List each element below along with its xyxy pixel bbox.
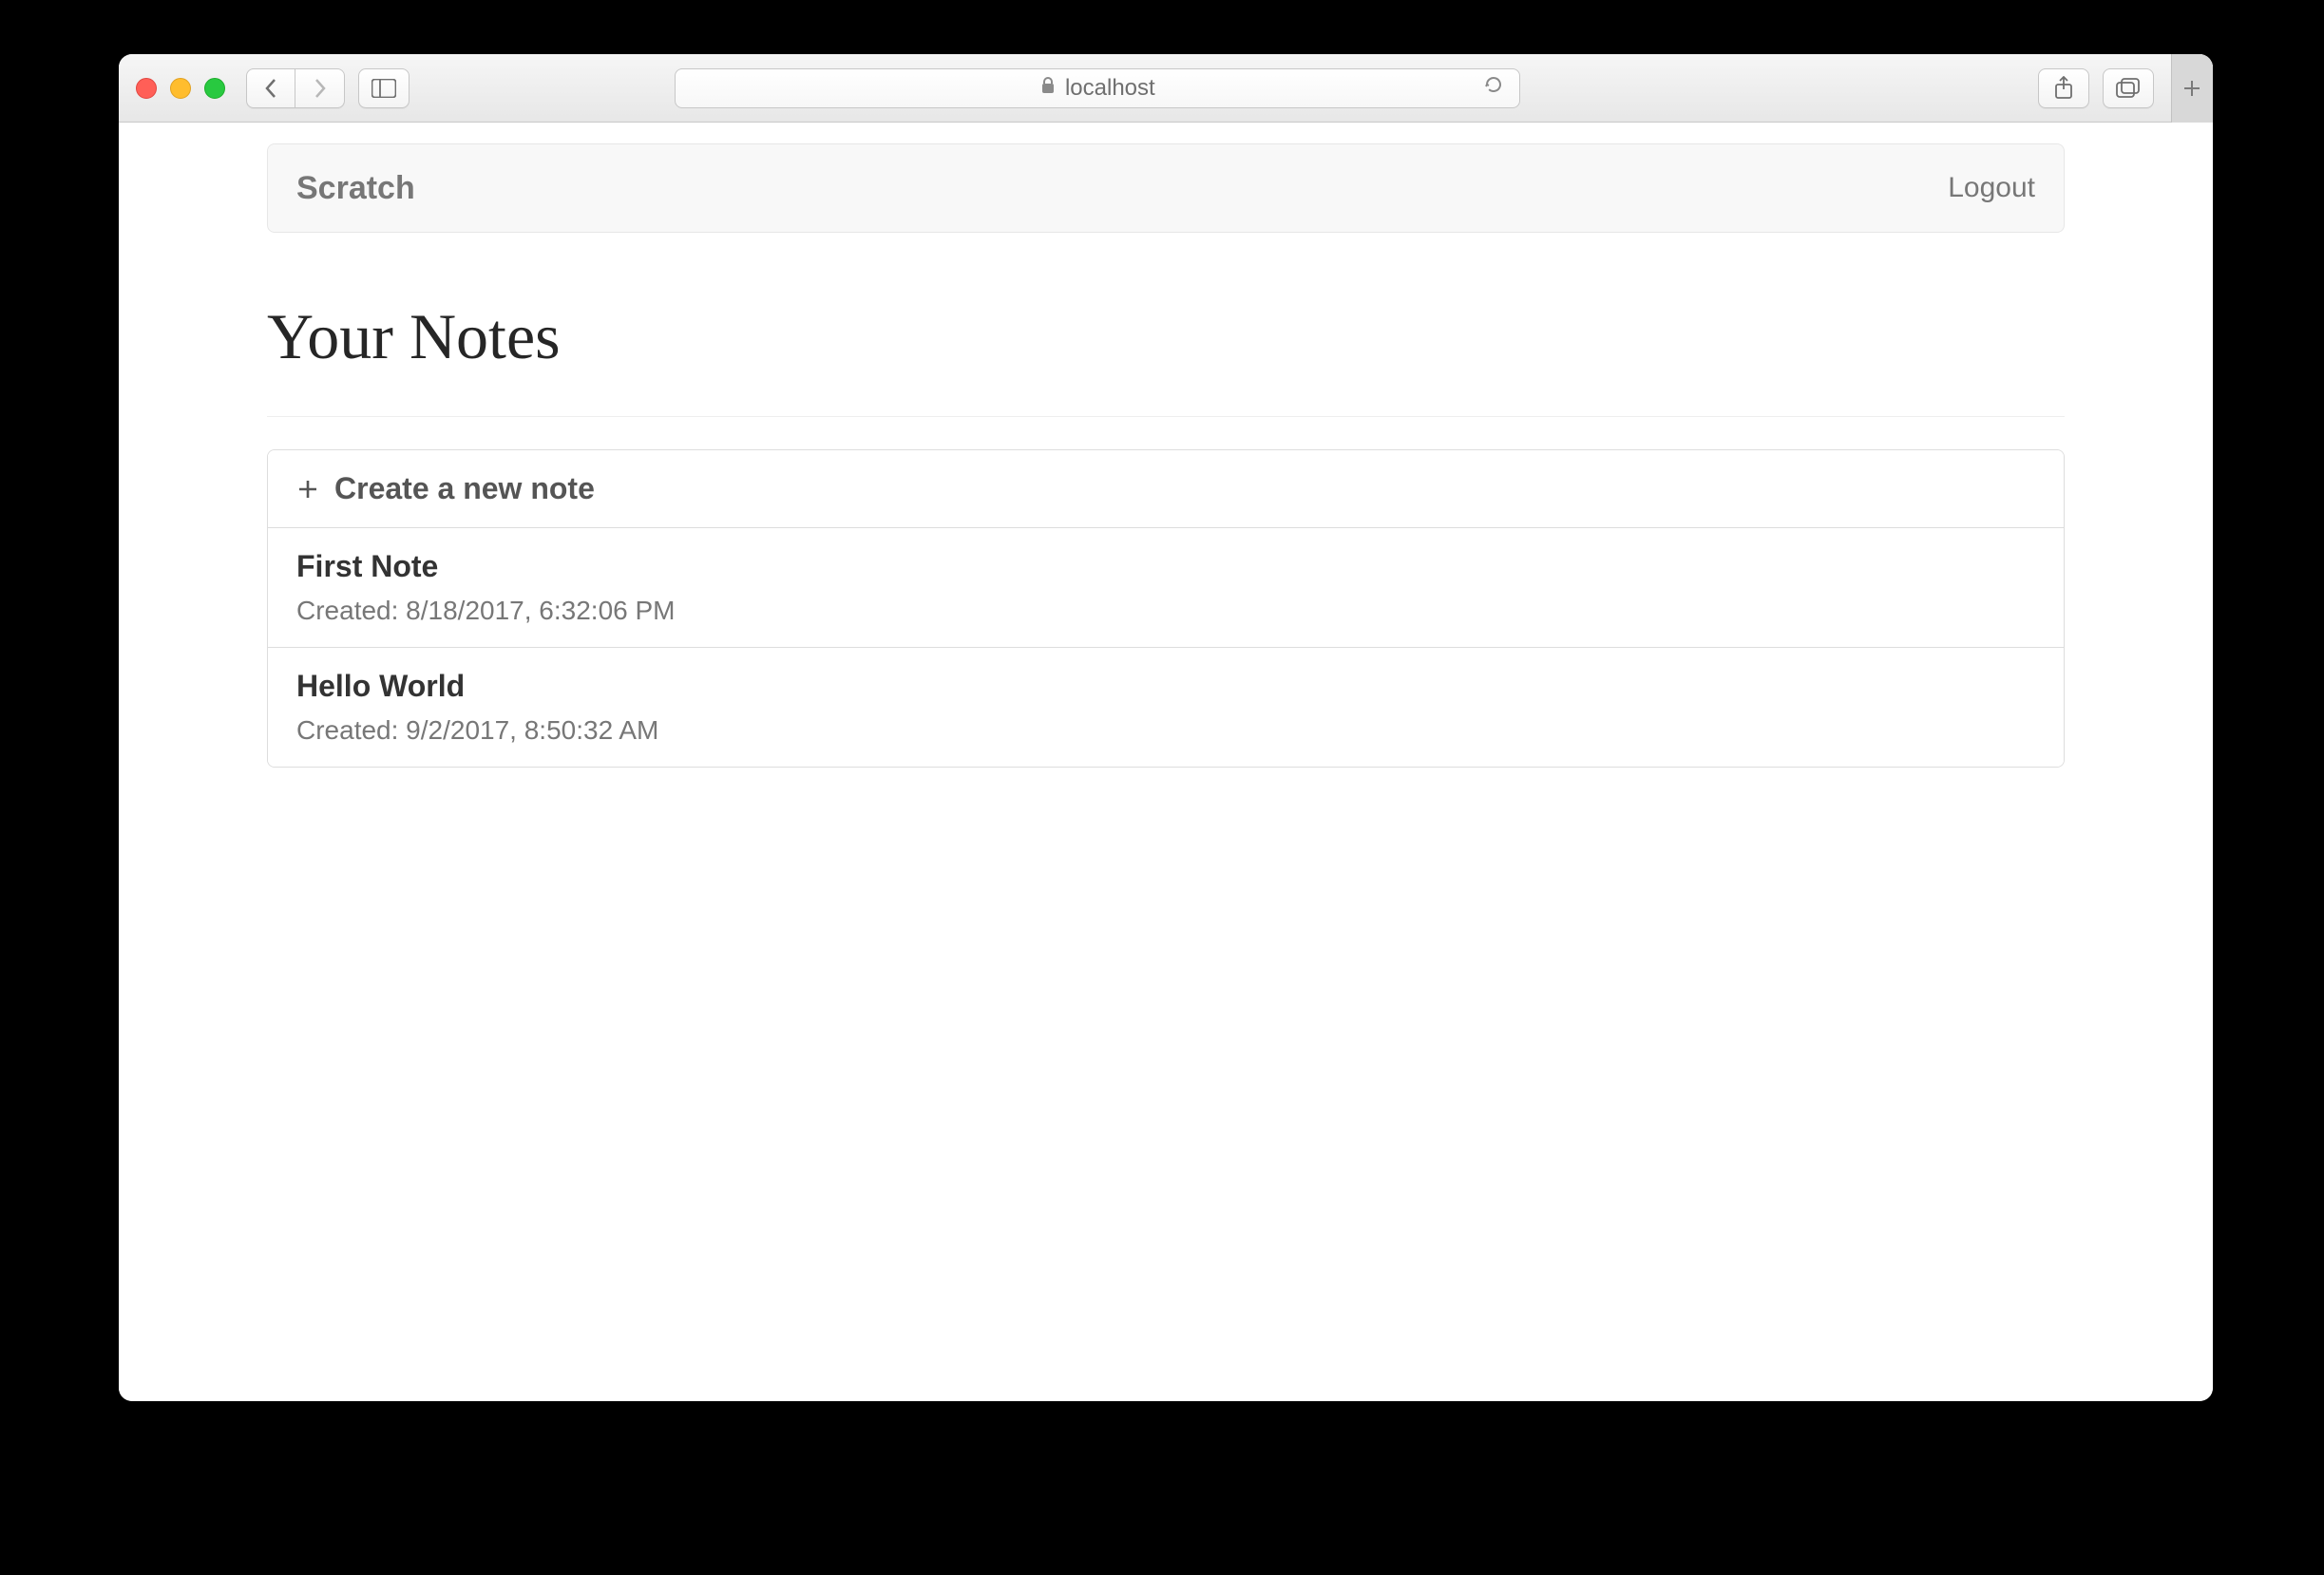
reload-button[interactable]: [1483, 74, 1504, 102]
app-brand[interactable]: Scratch: [296, 170, 415, 207]
address-bar[interactable]: localhost: [675, 68, 1520, 108]
note-title: Hello World: [296, 669, 2035, 704]
note-item[interactable]: First Note Created: 8/18/2017, 6:32:06 P…: [268, 527, 2064, 647]
minimize-window-button[interactable]: [170, 78, 191, 99]
reload-icon: [1483, 74, 1504, 95]
note-meta: Created: 8/18/2017, 6:32:06 PM: [296, 596, 2035, 626]
create-note-button[interactable]: Create a new note: [268, 450, 2064, 527]
chevron-left-icon: [263, 78, 278, 99]
close-window-button[interactable]: [136, 78, 157, 99]
title-separator: [267, 416, 2065, 417]
show-tabs-button[interactable]: [2103, 68, 2154, 108]
note-item[interactable]: Hello World Created: 9/2/2017, 8:50:32 A…: [268, 647, 2064, 767]
logout-link[interactable]: Logout: [1948, 172, 2035, 204]
new-tab-button[interactable]: [2171, 54, 2213, 123]
browser-window: localhost Scratch Logout Your Notes: [119, 54, 2213, 1401]
forward-button[interactable]: [295, 68, 345, 108]
note-meta: Created: 9/2/2017, 8:50:32 AM: [296, 715, 2035, 746]
notes-list: Create a new note First Note Created: 8/…: [267, 449, 2065, 768]
toggle-sidebar-button[interactable]: [358, 68, 410, 108]
share-icon: [2054, 76, 2073, 101]
traffic-lights: [136, 78, 225, 99]
lock-icon: [1040, 75, 1056, 102]
chevron-right-icon: [313, 78, 328, 99]
share-button[interactable]: [2038, 68, 2089, 108]
note-title: First Note: [296, 549, 2035, 584]
tabs-icon: [2116, 78, 2141, 99]
page-title: Your Notes: [267, 299, 2065, 374]
plus-icon: [296, 478, 319, 501]
back-button[interactable]: [246, 68, 295, 108]
page-body: Scratch Logout Your Notes Create a new n…: [119, 123, 2213, 1401]
plus-icon: [2182, 79, 2201, 98]
sidebar-icon: [371, 79, 396, 98]
nav-buttons: [246, 68, 345, 108]
create-note-label: Create a new note: [334, 471, 595, 506]
url-host: localhost: [1065, 75, 1155, 102]
zoom-window-button[interactable]: [204, 78, 225, 99]
browser-toolbar: localhost: [119, 54, 2213, 123]
app-navbar: Scratch Logout: [267, 143, 2065, 233]
